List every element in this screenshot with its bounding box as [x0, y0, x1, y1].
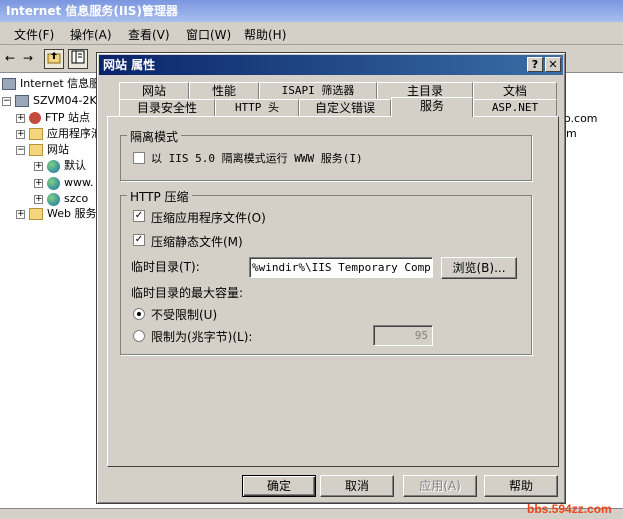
menu-file[interactable]: 文件(F) — [14, 26, 54, 43]
server-icon — [15, 95, 29, 107]
collapse-icon[interactable]: − — [2, 96, 11, 106]
tree-panel: Internet 信息服务 − SZVM04-2K3W + FTP 站点 + 应用程序… — [0, 74, 118, 508]
menu-action[interactable]: 操作(A) — [70, 26, 112, 43]
expand-icon[interactable]: + — [34, 178, 43, 188]
ftp-icon — [29, 112, 41, 124]
expand-icon[interactable]: + — [16, 113, 25, 123]
tab-performance[interactable]: 性能 — [189, 82, 259, 99]
close-icon[interactable]: ✕ — [545, 57, 561, 72]
compress-app-files-checkbox[interactable]: ✓ — [133, 210, 145, 222]
watermark: bbs.594zz.com — [527, 502, 612, 516]
menu-help[interactable]: 帮助(H) — [244, 26, 286, 43]
folder-icon — [29, 128, 43, 140]
folder-open-icon — [29, 144, 43, 156]
service-tab-panel: 隔离模式 以 IIS 5.0 隔离模式运行 WWW 服务(I) HTTP 压缩 … — [107, 116, 559, 467]
menu-window[interactable]: 窗口(W) — [186, 26, 231, 43]
tree-site-szco[interactable]: + szco — [34, 191, 88, 207]
compress-static-files-checkbox[interactable]: ✓ — [133, 234, 145, 246]
list-fragment: o.com — [564, 112, 598, 125]
up-folder-icon[interactable] — [44, 49, 64, 69]
cancel-button[interactable]: 取消 — [320, 475, 394, 497]
temp-dir-label: 临时目录(T): — [131, 260, 200, 274]
tab-website[interactable]: 网站 — [119, 82, 189, 99]
browse-button[interactable]: 浏览(B)... — [441, 257, 517, 279]
tree-websites[interactable]: − 网站 — [16, 142, 69, 158]
collapse-icon[interactable]: − — [16, 145, 25, 155]
unlimited-label: 不受限制(U) — [151, 308, 218, 322]
expand-icon[interactable]: + — [16, 209, 25, 219]
compress-app-files-label: 压缩应用程序文件(O) — [151, 211, 266, 225]
ok-button[interactable]: 确定 — [242, 475, 316, 497]
list-fragment: m — [566, 127, 577, 140]
back-icon[interactable]: ← — [0, 49, 20, 69]
help-icon[interactable]: ? — [527, 57, 543, 72]
dialog-title-bar: 网站 属性 ? ✕ — [99, 55, 563, 75]
iis5-isolation-label: 以 IIS 5.0 隔离模式运行 WWW 服务(I) — [151, 152, 363, 165]
apply-button[interactable]: 应用(A) — [403, 475, 477, 497]
temp-dir-input[interactable]: %windir%\IIS Temporary Compres — [249, 257, 433, 278]
forward-icon[interactable]: → — [18, 49, 38, 69]
unlimited-radio[interactable] — [133, 308, 145, 320]
limit-to-label: 限制为(兆字节)(L): — [151, 330, 253, 344]
group-legend: HTTP 压缩 — [127, 188, 192, 205]
globe-icon — [47, 176, 60, 190]
expand-icon[interactable]: + — [34, 161, 43, 171]
tab-http-headers[interactable]: HTTP 头 — [215, 99, 299, 116]
tab-custom-errors[interactable]: 自定义错误 — [299, 99, 391, 116]
compress-static-files-label: 压缩静态文件(M) — [151, 235, 243, 249]
tree-default-site[interactable]: + 默认 — [34, 158, 86, 174]
tab-documents[interactable]: 文档 — [473, 82, 557, 99]
tab-service[interactable]: 服务 — [391, 97, 473, 117]
tree-site-www[interactable]: + www. — [34, 175, 93, 191]
help-button[interactable]: 帮助 — [484, 475, 558, 497]
tab-directory-security[interactable]: 目录安全性 — [119, 99, 215, 116]
folder-icon — [29, 208, 43, 220]
mmc-title-bar: Internet 信息服务(IIS)管理器 — [0, 0, 623, 22]
tree-root[interactable]: Internet 信息服务 — [2, 76, 111, 92]
computer-icon — [2, 78, 16, 90]
limit-size-input[interactable]: 95 — [373, 325, 433, 346]
iis5-isolation-checkbox[interactable] — [133, 152, 145, 164]
tab-aspnet[interactable]: ASP.NET — [473, 99, 557, 116]
mmc-title: Internet 信息服务(IIS)管理器 — [6, 4, 178, 18]
menu-view[interactable]: 查看(V) — [128, 26, 170, 43]
tab-isapi-filters[interactable]: ISAPI 筛选器 — [259, 82, 377, 99]
expand-icon[interactable]: + — [16, 129, 25, 139]
mmc-menu-bar: 文件(F) 操作(A) 查看(V) 窗口(W) 帮助(H) — [0, 22, 623, 45]
properties-dialog: 网站 属性 ? ✕ 网站 性能 ISAPI 筛选器 主目录 文档 目录安全性 H… — [96, 52, 566, 504]
dialog-title: 网站 属性 — [103, 58, 156, 72]
globe-icon — [47, 159, 60, 173]
show-tree-icon[interactable] — [68, 49, 88, 69]
limit-to-radio[interactable] — [133, 330, 145, 342]
http-compression-group: HTTP 压缩 ✓ 压缩应用程序文件(O) ✓ 压缩静态文件(M) 临时目录(T… — [120, 188, 532, 355]
group-legend: 隔离模式 — [127, 128, 182, 145]
tree-ftp[interactable]: + FTP 站点 — [16, 110, 90, 126]
globe-icon — [47, 192, 60, 206]
tree-app-pools[interactable]: + 应用程序池 — [16, 126, 102, 142]
max-size-label: 临时目录的最大容量: — [131, 286, 244, 300]
isolation-mode-group: 隔离模式 以 IIS 5.0 隔离模式运行 WWW 服务(I) — [120, 128, 532, 181]
expand-icon[interactable]: + — [34, 194, 43, 204]
